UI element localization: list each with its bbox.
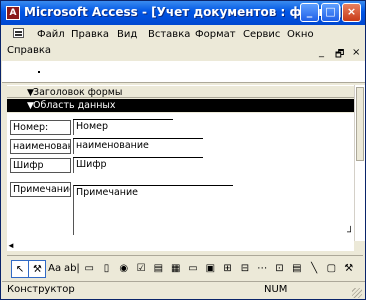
- menu-tools[interactable]: Сервис: [243, 29, 280, 40]
- checkbox-icon[interactable]: ☑: [132, 260, 150, 278]
- title-bar[interactable]: A Microsoft Access - [Учет документов : …: [1, 1, 365, 25]
- notes-label[interactable]: Примечание: [10, 182, 71, 197]
- ruler-marker: [38, 71, 40, 73]
- menu-edit[interactable]: Правка: [71, 29, 109, 40]
- button-icon[interactable]: ▭: [184, 260, 202, 278]
- num-lock-indicator: NUM: [264, 284, 288, 295]
- number-label[interactable]: Номер:: [10, 120, 71, 135]
- form-document-icon[interactable]: [13, 28, 24, 38]
- detail-section-bar[interactable]: ▼ Область данных: [7, 99, 363, 112]
- window-title: Microsoft Access - [Учет документов : фо…: [24, 5, 342, 19]
- name-field-border: [73, 138, 203, 139]
- menu-insert[interactable]: Вставка: [148, 29, 190, 40]
- status-bar: Конструктор NUM: [2, 281, 365, 299]
- code-label[interactable]: Шифр: [10, 158, 71, 173]
- form-header-section-bar[interactable]: ▼ Заголовок формы: [7, 85, 363, 98]
- name-field[interactable]: наименование: [73, 139, 203, 154]
- section-arrow-icon: ▼: [27, 101, 34, 111]
- combobox-icon[interactable]: ▤: [149, 260, 167, 278]
- listbox-icon[interactable]: ▦: [167, 260, 185, 278]
- menu-help[interactable]: Справка: [7, 45, 51, 56]
- subform-icon[interactable]: ▤: [288, 260, 306, 278]
- rectangle-icon[interactable]: ▢: [322, 260, 340, 278]
- doc-close-button[interactable]: ×: [352, 47, 360, 58]
- toolbox: ↖ ⚒ Aa ab| ▭ ▯ ◉ ☑ ▤ ▦ ▭ ▣ ⊞ ⊟ ⋯ ⊡ ▤ ╲ ▢ ⚒: [7, 255, 363, 281]
- number-field[interactable]: Номер: [73, 120, 173, 135]
- form-ruler: [2, 61, 365, 83]
- arrow-select-icon[interactable]: ↖: [11, 260, 29, 278]
- scroll-left-arrow-icon[interactable]: ◄: [7, 241, 15, 251]
- grid-corner-marker: ┘: [347, 227, 355, 238]
- option-group-icon[interactable]: ▭: [80, 260, 98, 278]
- resize-grip[interactable]: [352, 288, 362, 298]
- access-window: A Microsoft Access - [Учет документов : …: [0, 0, 366, 300]
- textbox-icon[interactable]: ab|: [63, 260, 81, 278]
- form-header-label: Заголовок формы: [33, 87, 123, 98]
- label-icon[interactable]: Aa: [46, 260, 64, 278]
- menu-format[interactable]: Формат: [195, 29, 236, 40]
- menu-file[interactable]: Файл: [37, 29, 65, 40]
- page-break-icon[interactable]: ⋯: [253, 260, 271, 278]
- name-label[interactable]: наименование: [10, 139, 71, 154]
- access-app-icon[interactable]: A: [6, 6, 20, 20]
- radio-icon[interactable]: ◉: [115, 260, 133, 278]
- code-field-border: [73, 157, 203, 158]
- wizard-icon[interactable]: ⚒: [28, 260, 47, 278]
- detail-section-label: Область данных: [33, 100, 116, 111]
- menu-window[interactable]: Окно: [287, 29, 314, 40]
- number-field-border: [73, 119, 173, 120]
- view-mode-status: Конструктор: [7, 284, 75, 295]
- tab-control-icon[interactable]: ⊡: [271, 260, 289, 278]
- image-icon[interactable]: ▣: [201, 260, 219, 278]
- minimize-button[interactable]: _: [300, 3, 319, 22]
- toggle-icon[interactable]: ▯: [98, 260, 116, 278]
- vertical-scroll-thumb[interactable]: [356, 87, 364, 161]
- line-icon[interactable]: ╲: [305, 260, 323, 278]
- notes-field[interactable]: Примечание: [73, 185, 233, 235]
- doc-minimize-button[interactable]: _: [319, 47, 324, 58]
- maximize-button[interactable]: □: [321, 3, 340, 22]
- more-controls-icon[interactable]: ⚒: [340, 260, 358, 278]
- close-button[interactable]: ×: [342, 3, 361, 22]
- unbound-frame-icon[interactable]: ⊞: [219, 260, 237, 278]
- menu-bar: Файл Правка Вид Вставка Формат Сервис Ок…: [2, 25, 365, 61]
- menu-view[interactable]: Вид: [117, 29, 137, 40]
- code-field[interactable]: Шифр: [73, 158, 203, 173]
- bound-frame-icon[interactable]: ⊟: [236, 260, 254, 278]
- horizontal-scrollbar[interactable]: [7, 241, 354, 251]
